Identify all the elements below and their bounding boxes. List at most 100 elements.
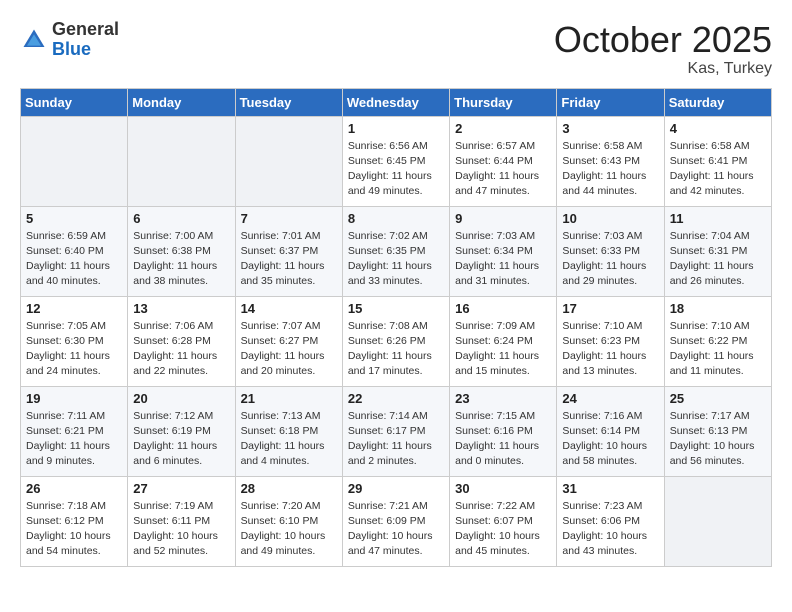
calendar-cell: 12 Sunrise: 7:05 AMSunset: 6:30 PMDayligh… (21, 296, 128, 386)
day-number: 6 (133, 211, 229, 226)
calendar-table: SundayMondayTuesdayWednesdayThursdayFrid… (20, 88, 772, 567)
calendar-cell: 9 Sunrise: 7:03 AMSunset: 6:34 PMDaylight… (450, 206, 557, 296)
day-info: Sunrise: 7:14 AMSunset: 6:17 PMDaylight:… (348, 409, 444, 470)
calendar-cell (21, 116, 128, 206)
page-container: General Blue October 2025 Kas, Turkey Su… (0, 0, 792, 577)
day-info: Sunrise: 7:04 AMSunset: 6:31 PMDaylight:… (670, 229, 766, 290)
day-number: 3 (562, 121, 658, 136)
day-info: Sunrise: 7:21 AMSunset: 6:09 PMDaylight:… (348, 499, 444, 560)
day-number: 29 (348, 481, 444, 496)
day-info: Sunrise: 6:57 AMSunset: 6:44 PMDaylight:… (455, 139, 551, 200)
calendar-week-row: 19 Sunrise: 7:11 AMSunset: 6:21 PMDayligh… (21, 386, 772, 476)
day-number: 13 (133, 301, 229, 316)
day-number: 7 (241, 211, 337, 226)
title-block: October 2025 Kas, Turkey (554, 20, 772, 78)
calendar-cell: 24Sunrise: 7:16 AMSunset: 6:14 PMDayligh… (557, 386, 664, 476)
day-number: 11 (670, 211, 766, 226)
calendar-week-row: 12 Sunrise: 7:05 AMSunset: 6:30 PMDayligh… (21, 296, 772, 386)
day-number: 30 (455, 481, 551, 496)
day-number: 22 (348, 391, 444, 406)
calendar-cell: 2Sunrise: 6:57 AMSunset: 6:44 PMDaylight… (450, 116, 557, 206)
day-number: 16 (455, 301, 551, 316)
page-header: General Blue October 2025 Kas, Turkey (20, 20, 772, 78)
calendar-cell: 29 Sunrise: 7:21 AMSunset: 6:09 PMDayligh… (342, 476, 449, 566)
day-info: Sunrise: 7:08 AMSunset: 6:26 PMDaylight:… (348, 319, 444, 380)
logo-general-text: General (52, 20, 119, 40)
calendar-cell: 1 Sunrise: 6:56 AMSunset: 6:45 PMDaylight… (342, 116, 449, 206)
day-info: Sunrise: 6:58 AMSunset: 6:43 PMDaylight:… (562, 139, 658, 200)
day-info: Sunrise: 6:58 AMSunset: 6:41 PMDaylight:… (670, 139, 766, 200)
calendar-cell: 13 Sunrise: 7:06 AMSunset: 6:28 PMDayligh… (128, 296, 235, 386)
calendar-cell: 30 Sunrise: 7:22 AMSunset: 6:07 PMDayligh… (450, 476, 557, 566)
calendar-cell: 21 Sunrise: 7:13 AMSunset: 6:18 PMDayligh… (235, 386, 342, 476)
weekday-header: Thursday (450, 88, 557, 116)
weekday-header: Monday (128, 88, 235, 116)
calendar-week-row: 1 Sunrise: 6:56 AMSunset: 6:45 PMDaylight… (21, 116, 772, 206)
calendar-week-row: 26 Sunrise: 7:18 AMSunset: 6:12 PMDayligh… (21, 476, 772, 566)
day-info: Sunrise: 6:59 AMSunset: 6:40 PMDaylight:… (26, 229, 122, 290)
day-number: 25 (670, 391, 766, 406)
day-number: 20 (133, 391, 229, 406)
day-info: Sunrise: 7:22 AMSunset: 6:07 PMDaylight:… (455, 499, 551, 560)
day-number: 9 (455, 211, 551, 226)
calendar-cell: 15 Sunrise: 7:08 AMSunset: 6:26 PMDayligh… (342, 296, 449, 386)
calendar-cell (235, 116, 342, 206)
day-info: Sunrise: 7:02 AMSunset: 6:35 PMDaylight:… (348, 229, 444, 290)
calendar-cell: 23 Sunrise: 7:15 AMSunset: 6:16 PMDayligh… (450, 386, 557, 476)
weekday-header: Wednesday (342, 88, 449, 116)
calendar-cell: 26 Sunrise: 7:18 AMSunset: 6:12 PMDayligh… (21, 476, 128, 566)
day-info: Sunrise: 7:03 AMSunset: 6:34 PMDaylight:… (455, 229, 551, 290)
day-number: 18 (670, 301, 766, 316)
day-number: 23 (455, 391, 551, 406)
day-info: Sunrise: 7:19 AMSunset: 6:11 PMDaylight:… (133, 499, 229, 560)
calendar-cell: 5Sunrise: 6:59 AMSunset: 6:40 PMDaylight… (21, 206, 128, 296)
calendar-cell: 22 Sunrise: 7:14 AMSunset: 6:17 PMDayligh… (342, 386, 449, 476)
calendar-cell: 20Sunrise: 7:12 AMSunset: 6:19 PMDayligh… (128, 386, 235, 476)
day-info: Sunrise: 7:23 AMSunset: 6:06 PMDaylight:… (562, 499, 658, 560)
day-info: Sunrise: 7:01 AMSunset: 6:37 PMDaylight:… (241, 229, 337, 290)
calendar-cell: 17 Sunrise: 7:10 AMSunset: 6:23 PMDayligh… (557, 296, 664, 386)
day-number: 21 (241, 391, 337, 406)
day-number: 26 (26, 481, 122, 496)
day-number: 15 (348, 301, 444, 316)
calendar-cell: 18 Sunrise: 7:10 AMSunset: 6:22 PMDayligh… (664, 296, 771, 386)
calendar-cell: 4 Sunrise: 6:58 AMSunset: 6:41 PMDaylight… (664, 116, 771, 206)
weekday-header: Saturday (664, 88, 771, 116)
calendar-week-row: 5Sunrise: 6:59 AMSunset: 6:40 PMDaylight… (21, 206, 772, 296)
day-info: Sunrise: 7:11 AMSunset: 6:21 PMDaylight:… (26, 409, 122, 470)
day-number: 24 (562, 391, 658, 406)
day-info: Sunrise: 7:10 AMSunset: 6:22 PMDaylight:… (670, 319, 766, 380)
day-info: Sunrise: 7:20 AMSunset: 6:10 PMDaylight:… (241, 499, 337, 560)
weekday-header: Friday (557, 88, 664, 116)
calendar-cell (664, 476, 771, 566)
day-number: 14 (241, 301, 337, 316)
day-number: 17 (562, 301, 658, 316)
day-info: Sunrise: 7:05 AMSunset: 6:30 PMDaylight:… (26, 319, 122, 380)
day-number: 1 (348, 121, 444, 136)
day-number: 31 (562, 481, 658, 496)
day-number: 4 (670, 121, 766, 136)
day-number: 28 (241, 481, 337, 496)
calendar-cell: 25Sunrise: 7:17 AMSunset: 6:13 PMDayligh… (664, 386, 771, 476)
day-info: Sunrise: 6:56 AMSunset: 6:45 PMDaylight:… (348, 139, 444, 200)
location-text: Kas, Turkey (554, 60, 772, 78)
day-info: Sunrise: 7:03 AMSunset: 6:33 PMDaylight:… (562, 229, 658, 290)
weekday-header: Tuesday (235, 88, 342, 116)
day-number: 19 (26, 391, 122, 406)
calendar-cell: 6Sunrise: 7:00 AMSunset: 6:38 PMDaylight… (128, 206, 235, 296)
calendar-cell: 10Sunrise: 7:03 AMSunset: 6:33 PMDayligh… (557, 206, 664, 296)
day-info: Sunrise: 7:18 AMSunset: 6:12 PMDaylight:… (26, 499, 122, 560)
calendar-cell: 27 Sunrise: 7:19 AMSunset: 6:11 PMDayligh… (128, 476, 235, 566)
logo: General Blue (20, 20, 119, 60)
day-number: 12 (26, 301, 122, 316)
day-number: 27 (133, 481, 229, 496)
day-info: Sunrise: 7:10 AMSunset: 6:23 PMDaylight:… (562, 319, 658, 380)
day-info: Sunrise: 7:13 AMSunset: 6:18 PMDaylight:… (241, 409, 337, 470)
day-info: Sunrise: 7:07 AMSunset: 6:27 PMDaylight:… (241, 319, 337, 380)
month-title: October 2025 (554, 20, 772, 60)
day-info: Sunrise: 7:06 AMSunset: 6:28 PMDaylight:… (133, 319, 229, 380)
weekday-header-row: SundayMondayTuesdayWednesdayThursdayFrid… (21, 88, 772, 116)
day-number: 8 (348, 211, 444, 226)
day-info: Sunrise: 7:15 AMSunset: 6:16 PMDaylight:… (455, 409, 551, 470)
calendar-cell: 7 Sunrise: 7:01 AMSunset: 6:37 PMDaylight… (235, 206, 342, 296)
